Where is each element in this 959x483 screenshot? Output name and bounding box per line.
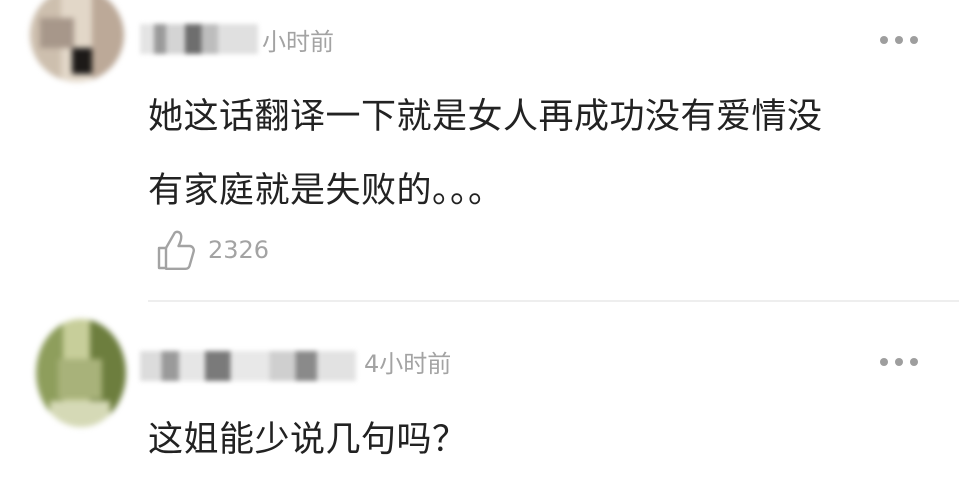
comment-text: 她这话翻译一下就是女人再成功没有爱情没 有家庭就是失败的。。。: [148, 80, 928, 228]
username-blurred[interactable]: [140, 351, 356, 381]
comment-item: 小时前 她这话翻译一下就是女人再成功没有爱情没 有家庭就是失败的。。。 2326: [0, 0, 959, 300]
comment-text-line: 有家庭就是失败的。。。: [148, 171, 504, 211]
comment-item: 4小时前 这姐能少说几句吗？: [0, 303, 959, 483]
avatar[interactable]: [30, 0, 124, 82]
thumbs-up-icon: [157, 230, 195, 270]
divider: [148, 300, 959, 302]
like-count: 2326: [208, 236, 270, 264]
comment-text-line: 她这话翻译一下就是女人再成功没有爱情没: [148, 97, 823, 137]
comment-time: 小时前: [262, 28, 334, 56]
more-options-icon[interactable]: [880, 35, 918, 45]
avatar[interactable]: [36, 319, 126, 427]
comment-time: 4小时前: [364, 350, 452, 378]
more-options-icon[interactable]: [880, 357, 918, 367]
like-button[interactable]: 2326: [156, 228, 269, 272]
comment-text-line: 这姐能少说几句吗？: [148, 420, 468, 460]
comment-text: 这姐能少说几句吗？: [148, 403, 468, 477]
username-blurred[interactable]: [140, 24, 258, 54]
comments-page: 小时前 她这话翻译一下就是女人再成功没有爱情没 有家庭就是失败的。。。 2326…: [0, 0, 959, 483]
